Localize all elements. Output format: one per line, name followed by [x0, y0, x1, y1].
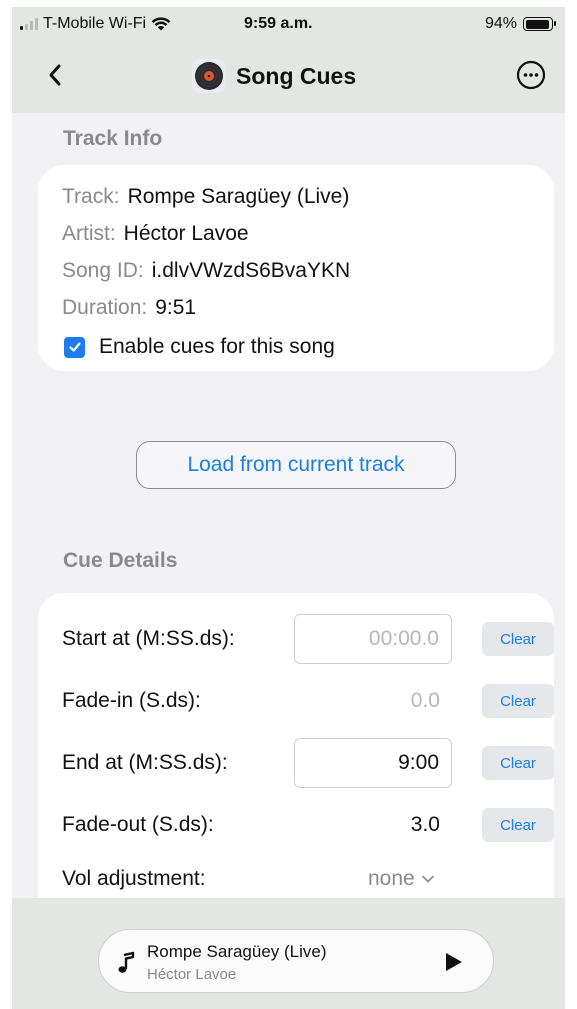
page-title: Song Cues: [236, 62, 357, 89]
music-note-icon: [118, 951, 135, 973]
mini-player[interactable]: Rompe Saragüey (Live) Héctor Lavoe: [98, 929, 494, 993]
mini-player-bar: Rompe Saragüey (Live) Héctor Lavoe: [12, 898, 565, 1009]
screen: T-Mobile Wi-Fi 9:59 a.m. 94% Song Cues T…: [12, 7, 565, 1009]
duration-row: Duration: 9:51: [62, 296, 196, 320]
back-button[interactable]: [40, 60, 70, 90]
start-row: Start at (M:SS.ds): Clear: [62, 614, 554, 664]
status-bar: T-Mobile Wi-Fi 9:59 a.m. 94%: [12, 7, 565, 41]
song-id-row: Song ID: i.dlvVWzdS6BvaYKN: [62, 259, 350, 283]
battery-fill: [525, 19, 549, 29]
mini-player-artist: Héctor Lavoe: [147, 966, 237, 983]
artist-row: Artist: Héctor Lavoe: [62, 222, 249, 246]
end-label: End at (M:SS.ds):: [62, 751, 228, 774]
song-id-value: i.dlvVWzdS6BvaYKN: [151, 259, 351, 282]
vol-label: Vol adjustment:: [62, 867, 206, 890]
track-row: Track: Rompe Saragüey (Live): [62, 185, 349, 209]
fade-in-input[interactable]: [294, 676, 452, 726]
cue-details-card: Start at (M:SS.ds): Clear Fade-in (S.ds)…: [38, 593, 554, 933]
fade-in-clear-button[interactable]: Clear: [482, 684, 554, 718]
fade-out-clear-button[interactable]: Clear: [482, 808, 554, 842]
status-time: 9:59 a.m.: [244, 15, 313, 32]
chevron-left-icon: [49, 64, 61, 86]
end-clear-button[interactable]: Clear: [482, 746, 554, 780]
carrier-label: T-Mobile Wi-Fi: [43, 15, 147, 32]
vinyl-record-icon: [192, 59, 226, 93]
enable-cues-checkbox[interactable]: [64, 336, 85, 358]
fade-in-row: Fade-in (S.ds): Clear: [62, 676, 554, 726]
status-left: T-Mobile Wi-Fi: [20, 15, 171, 33]
fade-out-row: Fade-out (S.ds): Clear: [62, 800, 554, 850]
start-clear-button[interactable]: Clear: [482, 622, 554, 656]
fade-out-input[interactable]: [294, 800, 452, 850]
fade-out-label: Fade-out (S.ds):: [62, 813, 214, 836]
load-from-current-track-button[interactable]: Load from current track: [136, 441, 456, 489]
status-right: 94%: [484, 15, 556, 33]
play-icon[interactable]: [441, 950, 465, 974]
cue-details-header: Cue Details: [63, 549, 178, 572]
vol-value: none: [368, 867, 415, 890]
chevron-down-icon: [421, 875, 434, 883]
vol-adjustment-select[interactable]: none: [368, 867, 435, 891]
mini-player-title: Rompe Saragüey (Live): [147, 942, 327, 961]
start-label: Start at (M:SS.ds):: [62, 627, 235, 650]
vol-row: Vol adjustment: none: [62, 855, 554, 903]
enable-cues-toggle[interactable]: Enable cues for this song: [64, 335, 335, 359]
duration-label: Duration:: [62, 296, 148, 319]
nav-bar: Song Cues: [12, 41, 565, 113]
track-info-header: Track Info: [63, 127, 163, 150]
ellipsis-circle-icon[interactable]: [515, 59, 547, 91]
end-input[interactable]: [294, 738, 452, 788]
wifi-icon: [151, 17, 171, 31]
battery-icon: [523, 17, 556, 31]
track-info-card: Track: Rompe Saragüey (Live) Artist: Hécto…: [38, 165, 554, 371]
checkmark-icon: [68, 342, 81, 352]
artist-label: Artist:: [62, 222, 116, 245]
end-row: End at (M:SS.ds): Clear: [62, 738, 554, 788]
artist-value: Héctor Lavoe: [123, 222, 249, 245]
battery-percent: 94%: [484, 15, 517, 32]
signal-icon: [20, 18, 38, 30]
nav-title-group: Song Cues: [192, 59, 356, 93]
start-input[interactable]: [294, 614, 452, 664]
fade-in-label: Fade-in (S.ds):: [62, 689, 201, 712]
duration-value: 9:51: [155, 296, 197, 319]
song-id-label: Song ID:: [62, 259, 144, 282]
track-value: Rompe Saragüey (Live): [127, 185, 350, 208]
enable-cues-label: Enable cues for this song: [99, 335, 335, 358]
track-label: Track:: [62, 185, 120, 208]
